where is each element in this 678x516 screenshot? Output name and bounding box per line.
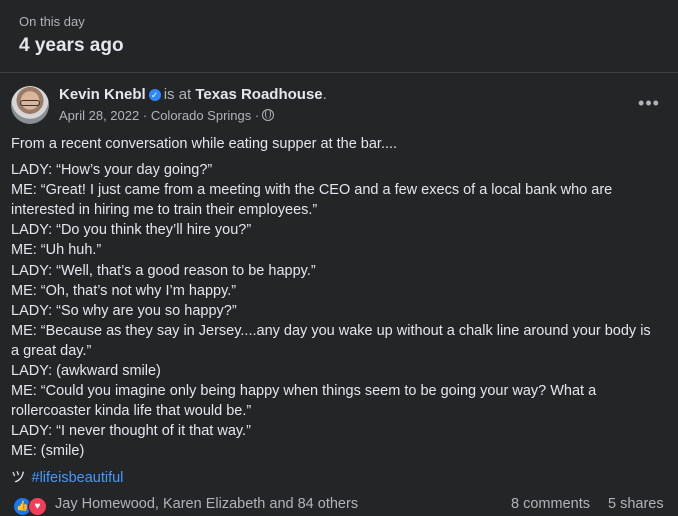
- author-name[interactable]: Kevin Knebl: [59, 86, 146, 103]
- memory-header: On this day 4 years ago: [0, 0, 678, 73]
- globe-icon: [262, 109, 275, 121]
- reactors-summary[interactable]: Jay Homewood, Karen Elizabeth and 84 oth…: [55, 496, 358, 512]
- post-date[interactable]: April 28, 2022: [59, 108, 139, 123]
- period: .: [322, 86, 327, 103]
- post-line: LADY: “So why are you so happy?”: [11, 302, 237, 319]
- reactions-row: 👍 ♥ Jay Homewood, Karen Elizabeth and 84…: [11, 494, 671, 516]
- divider: [0, 72, 678, 73]
- check-in-prefix: is at: [163, 86, 192, 103]
- avatar[interactable]: [11, 86, 49, 124]
- place-link[interactable]: Texas Roadhouse: [195, 86, 322, 103]
- more-options-button[interactable]: •••: [632, 92, 666, 114]
- tsu-emoticon: ツ: [11, 470, 26, 486]
- memory-title: 4 years ago: [19, 35, 124, 56]
- post-meta: April 28, 2022 · Colorado Springs ·: [59, 108, 275, 123]
- post-line: LADY: “I never thought of it that way.”: [11, 423, 251, 440]
- post-line: LADY: “Well, that’s a good reason to be …: [11, 262, 316, 279]
- post-body: From a recent conversation while eating …: [11, 134, 661, 462]
- post-line: ME: (smile): [11, 443, 85, 460]
- post-line: ME: “Oh, that’s not why I’m happy.”: [11, 282, 237, 299]
- post-line: From a recent conversation while eating …: [11, 136, 398, 152]
- post-line: ME: “Because as they say in Jersey....an…: [11, 322, 651, 359]
- shares-count[interactable]: 5 shares: [608, 496, 664, 512]
- verified-badge-icon: ✓: [148, 89, 161, 101]
- memory-label: On this day: [19, 14, 85, 29]
- post-line: LADY: “How’s your day going?”: [11, 162, 213, 179]
- post-location[interactable]: Colorado Springs: [151, 108, 251, 123]
- post-line: ME: “Great! I just came from a meeting w…: [11, 182, 613, 219]
- post-line: ME: “Could you imagine only being happy …: [11, 383, 597, 420]
- post-line: LADY: “Do you think they’ll hire you?”: [11, 222, 252, 239]
- post-author-line: Kevin Knebl ✓ is at Texas Roadhouse.: [59, 86, 327, 103]
- hashtag-line: ツ #lifeisbeautiful: [11, 468, 123, 488]
- comments-count[interactable]: 8 comments: [511, 496, 590, 512]
- love-reaction-icon[interactable]: ♥: [28, 497, 47, 516]
- post-line: ME: “Uh huh.”: [11, 242, 102, 259]
- post-line: LADY: (awkward smile): [11, 363, 161, 380]
- hashtag-link[interactable]: #lifeisbeautiful: [32, 470, 124, 486]
- meta-separator: ·: [254, 108, 260, 123]
- meta-separator: ·: [142, 108, 151, 123]
